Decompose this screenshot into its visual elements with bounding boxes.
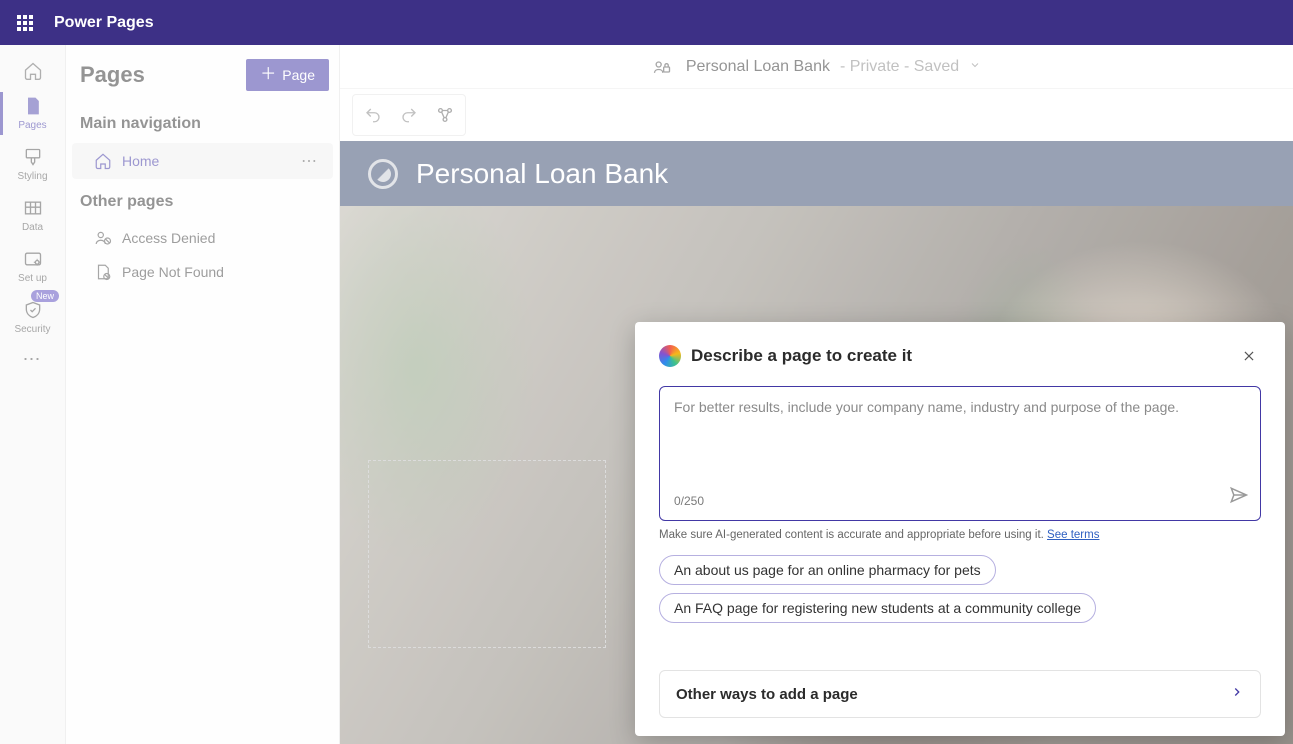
shield-icon xyxy=(23,300,43,320)
rail-item-styling[interactable]: Styling xyxy=(0,139,65,190)
rail-item-label: Data xyxy=(0,222,65,233)
rail-item-label: Styling xyxy=(0,171,65,182)
context-bar[interactable]: Personal Loan Bank - Private - Saved xyxy=(340,45,1293,89)
new-badge: New xyxy=(31,290,59,302)
undo-icon xyxy=(364,106,382,124)
send-icon xyxy=(1228,485,1248,505)
rail-item-label: Pages xyxy=(0,120,65,131)
rail-more-button[interactable]: ⋯ xyxy=(23,349,43,370)
redo-button[interactable] xyxy=(391,97,427,133)
page-row-label: Home xyxy=(122,153,159,169)
gear-icon xyxy=(23,249,43,269)
canvas-toolbar xyxy=(340,89,1293,141)
table-icon xyxy=(23,198,43,218)
rail-home-button[interactable] xyxy=(0,53,65,88)
site-logo-icon xyxy=(368,159,398,189)
workspace-rail: Pages Styling Data Set up New Security ⋯ xyxy=(0,45,66,744)
plus-icon: ＋ xyxy=(260,68,276,82)
char-counter: 0/250 xyxy=(674,494,704,508)
rail-item-pages[interactable]: Pages xyxy=(0,88,65,139)
person-denied-icon xyxy=(94,229,112,247)
app-title: Power Pages xyxy=(54,14,154,32)
home-icon xyxy=(94,152,112,170)
site-header-title: Personal Loan Bank xyxy=(416,158,668,190)
site-header: Personal Loan Bank xyxy=(340,141,1293,206)
page-row-access-denied[interactable]: Access Denied xyxy=(66,221,339,255)
site-visibility-icon xyxy=(652,57,672,77)
context-status: - Private - Saved xyxy=(840,58,959,76)
rail-item-label: Set up xyxy=(0,273,65,284)
suggestion-chip[interactable]: An about us page for an online pharmacy … xyxy=(659,555,996,585)
home-icon xyxy=(23,61,43,81)
other-ways-button[interactable]: Other ways to add a page xyxy=(659,670,1261,718)
copilot-input-container: 0/250 xyxy=(659,386,1261,521)
context-site-name: Personal Loan Bank xyxy=(686,58,830,76)
rail-item-data[interactable]: Data xyxy=(0,190,65,241)
brush-icon xyxy=(23,147,43,167)
chevron-down-icon[interactable] xyxy=(969,59,981,74)
close-icon xyxy=(1242,349,1256,363)
copilot-icon xyxy=(659,345,681,367)
rail-item-setup[interactable]: Set up xyxy=(0,241,65,292)
pages-panel: Pages ＋ Page Main navigation Home ⋯ Othe… xyxy=(66,45,340,744)
undo-button[interactable] xyxy=(355,97,391,133)
main-nav-label: Main navigation xyxy=(66,101,339,143)
copilot-disclaimer: Make sure AI-generated content is accura… xyxy=(659,529,1261,541)
copilot-prompt-input[interactable] xyxy=(674,399,1246,469)
page-row-label: Access Denied xyxy=(122,230,215,246)
rail-item-security[interactable]: New Security xyxy=(0,292,65,343)
connections-button[interactable] xyxy=(427,97,463,133)
see-terms-link[interactable]: See terms xyxy=(1047,529,1099,541)
redo-icon xyxy=(400,106,418,124)
page-row-home[interactable]: Home ⋯ xyxy=(72,143,333,179)
page-row-not-found[interactable]: Page Not Found xyxy=(66,255,339,289)
app-top-bar: Power Pages xyxy=(0,0,1293,45)
add-page-label: Page xyxy=(282,67,315,83)
nodes-icon xyxy=(436,106,454,124)
pages-panel-title: Pages xyxy=(80,62,145,88)
copilot-create-page-panel: Describe a page to create it 0/250 Make … xyxy=(635,322,1285,736)
page-icon xyxy=(23,96,43,116)
rail-item-label: Security xyxy=(0,324,65,335)
text-placeholder-region[interactable] xyxy=(368,460,606,648)
add-page-button[interactable]: ＋ Page xyxy=(246,59,329,91)
close-button[interactable] xyxy=(1237,344,1261,368)
chevron-right-icon xyxy=(1230,685,1244,703)
page-missing-icon xyxy=(94,263,112,281)
other-pages-label: Other pages xyxy=(66,179,339,221)
suggestion-chip[interactable]: An FAQ page for registering new students… xyxy=(659,593,1096,623)
copilot-panel-title: Describe a page to create it xyxy=(691,346,912,366)
page-row-label: Page Not Found xyxy=(122,264,224,280)
app-launcher-icon[interactable] xyxy=(10,15,40,31)
send-button[interactable] xyxy=(1228,485,1248,510)
other-ways-label: Other ways to add a page xyxy=(676,686,858,703)
page-row-more-icon[interactable]: ⋯ xyxy=(301,151,319,171)
